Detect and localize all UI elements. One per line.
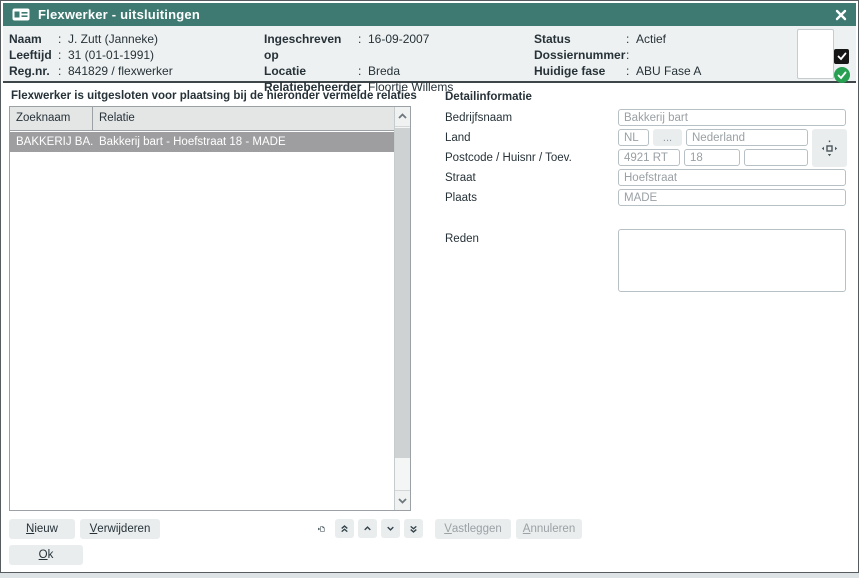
field-label: Reg.nr. xyxy=(9,63,58,79)
flexworker-card-icon xyxy=(12,8,30,21)
status-value: Actief xyxy=(636,31,666,47)
move-down-icon[interactable] xyxy=(381,519,400,538)
naam-value: J. Zutt (Janneke) xyxy=(68,31,158,47)
goto-relation-document-icon[interactable] xyxy=(312,519,331,538)
leeftijd-value: 31 (01-01-1991) xyxy=(68,47,154,63)
exclusions-caption: Flexwerker is uitgesloten voor plaatsing… xyxy=(11,90,417,102)
title-bar: Flexwerker - uitsluitingen xyxy=(3,3,856,26)
locatie-value: Breda xyxy=(368,63,400,79)
reden-textarea[interactable] xyxy=(618,229,846,292)
cell-zoeknaam: BAKKERIJ BA... xyxy=(10,132,93,152)
field-label: Ingeschreven op xyxy=(264,31,358,63)
field-label: Dossiernummer xyxy=(534,47,626,63)
header-column-1: Naam:J. Zutt (Janneke) Leeftijd:31 (01-0… xyxy=(9,31,173,79)
huisnr-input[interactable] xyxy=(684,149,740,166)
field-label: Naam xyxy=(9,31,58,47)
toevoeging-input[interactable] xyxy=(744,149,808,166)
verwijderen-button[interactable]: Verwijderen xyxy=(80,519,160,539)
land-name-input[interactable] xyxy=(686,129,808,146)
scrollbar-thumb[interactable] xyxy=(395,128,410,458)
reden-label: Reden xyxy=(445,231,479,248)
straat-input[interactable] xyxy=(618,169,846,186)
plaats-input[interactable] xyxy=(618,189,846,206)
straat-label: Straat xyxy=(445,170,476,187)
close-icon[interactable] xyxy=(835,9,847,21)
huidige-fase-value: ABU Fase A xyxy=(636,63,701,79)
land-label: Land xyxy=(445,130,471,147)
nieuw-button[interactable]: Nieuw xyxy=(9,519,75,539)
dialog-window: Flexwerker - uitsluitingen Naam:J. Zutt … xyxy=(0,0,859,573)
header-column-2: Ingeschreven op:16-09-2007 Locatie:Breda… xyxy=(264,31,453,95)
map-position-button[interactable] xyxy=(812,129,847,167)
header-column-3: Status:Actief Dossiernummer: Huidige fas… xyxy=(534,31,701,79)
bedrijfsnaam-input[interactable] xyxy=(618,109,846,126)
table-row-selected[interactable]: BAKKERIJ BA... Bakkerij bart - Hoefstraa… xyxy=(10,132,394,152)
photo-placeholder xyxy=(797,29,834,79)
plaats-label: Plaats xyxy=(445,190,477,207)
scroll-up-icon[interactable] xyxy=(395,107,410,127)
vastleggen-button[interactable]: Vastleggen xyxy=(435,519,511,539)
column-header-relatie[interactable]: Relatie xyxy=(93,107,394,130)
land-code-input[interactable] xyxy=(618,129,649,146)
ingeschreven-value: 16-09-2007 xyxy=(368,31,429,63)
ok-button[interactable]: Ok xyxy=(9,545,83,565)
status-ok-icon xyxy=(834,67,850,83)
land-browse-button[interactable]: ... xyxy=(653,129,682,146)
field-label: Locatie xyxy=(264,63,358,79)
postcode-label: Postcode / Huisnr / Toev. xyxy=(445,150,572,167)
flexworker-header: Naam:J. Zutt (Janneke) Leeftijd:31 (01-0… xyxy=(3,26,856,83)
postcode-input[interactable] xyxy=(618,149,680,166)
cell-relatie: Bakkerij bart - Hoefstraat 18 - MADE xyxy=(93,132,394,152)
annuleren-button[interactable]: Annuleren xyxy=(516,519,582,539)
window-title: Flexwerker - uitsluitingen xyxy=(38,7,200,22)
exclusions-table: Zoeknaam Relatie BAKKERIJ BA... Bakkerij… xyxy=(9,106,411,511)
scroll-down-icon[interactable] xyxy=(395,490,410,510)
bedrijfsnaam-label: Bedrijfsnaam xyxy=(445,110,512,127)
move-first-icon[interactable] xyxy=(335,519,354,538)
checkbox-checked-icon[interactable] xyxy=(834,49,849,64)
column-header-zoeknaam[interactable]: Zoeknaam xyxy=(10,107,93,130)
move-up-icon[interactable] xyxy=(358,519,377,538)
move-last-icon[interactable] xyxy=(404,519,423,538)
field-label: Leeftijd xyxy=(9,47,58,63)
table-header: Zoeknaam Relatie xyxy=(10,107,410,131)
field-label: Huidige fase xyxy=(534,63,626,79)
vertical-scrollbar[interactable] xyxy=(394,107,410,510)
detail-title: Detailinformatie xyxy=(445,91,532,103)
field-label: Status xyxy=(534,31,626,47)
regnr-value: 841829 / flexwerker xyxy=(68,63,173,79)
